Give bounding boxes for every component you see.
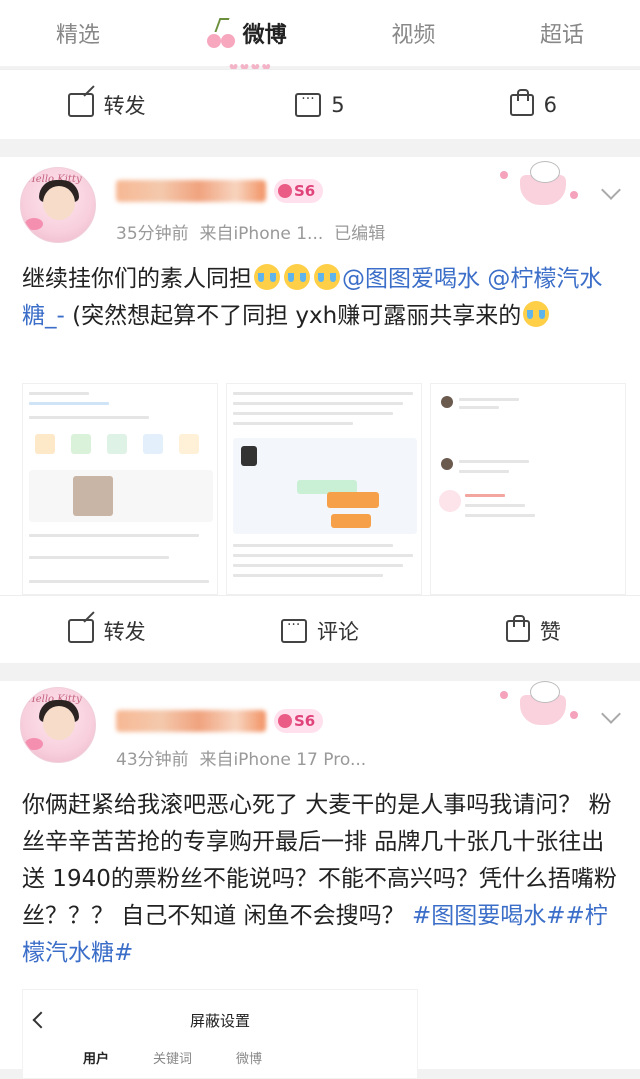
post-meta: 43分钟前 来自iPhone 17 Pro... bbox=[116, 745, 366, 770]
post-image[interactable] bbox=[226, 383, 422, 595]
like-count: 6 bbox=[543, 92, 557, 117]
edited-label: 已编辑 bbox=[334, 224, 386, 244]
tab-featured[interactable]: 精选 bbox=[56, 17, 100, 49]
kitty-decoration bbox=[500, 161, 580, 209]
tab-weibo[interactable]: 微博 ♥♥♥♥ bbox=[205, 16, 287, 75]
repost-label: 转发 bbox=[103, 93, 146, 118]
post-time: 35分钟前 bbox=[116, 224, 189, 244]
tab-super-topic[interactable]: 超话 bbox=[540, 17, 584, 49]
like-icon bbox=[505, 614, 530, 642]
user-badge: S6 bbox=[274, 179, 324, 203]
chevron-down-icon[interactable] bbox=[601, 704, 621, 724]
tab-weibo-label: 微博 bbox=[242, 23, 287, 48]
post-card: Hello Kitty S6 43分钟前 来自iPhone 17 Pro... … bbox=[0, 681, 640, 1079]
share-icon bbox=[67, 92, 94, 117]
like-icon bbox=[509, 88, 534, 116]
mention-link[interactable]: @图图爱喝水 bbox=[342, 266, 480, 292]
crying-emoji-icon bbox=[314, 264, 340, 290]
avatar[interactable]: Hello Kitty bbox=[20, 167, 96, 243]
post-time: 43分钟前 bbox=[116, 750, 189, 770]
screenshot-tabs: 用户 关键词 微博 bbox=[83, 1052, 263, 1067]
username[interactable]: S6 bbox=[116, 179, 324, 203]
crying-emoji-icon bbox=[254, 264, 280, 290]
comment-button[interactable]: 5 bbox=[213, 91, 426, 117]
post-text: 继续挂你们的素人同担 @图图爱喝水 @柠檬汽水糖_- (突然想起算不了同担 yxh… bbox=[22, 264, 603, 329]
share-icon bbox=[67, 618, 94, 643]
post-text: 你俩赶紧给我滚吧恶心死了 大麦干的是人事吗我请问？ 粉丝辛辛苦苦抢的专享购开最后… bbox=[22, 792, 617, 966]
kitty-decoration bbox=[500, 681, 580, 729]
post-images bbox=[22, 383, 626, 595]
user-badge: S6 bbox=[274, 709, 324, 733]
post-action-bar: 转发 评论 赞 bbox=[0, 595, 640, 665]
comment-icon bbox=[280, 617, 307, 643]
like-button[interactable]: 6 bbox=[427, 88, 640, 117]
tab-video[interactable]: 视频 bbox=[391, 17, 435, 49]
avatar[interactable]: Hello Kitty bbox=[20, 687, 96, 763]
like-button[interactable]: 赞 bbox=[427, 614, 640, 646]
screenshot-title: 屏蔽设置 bbox=[189, 1012, 250, 1030]
feed-gap bbox=[0, 663, 640, 681]
comment-count: 5 bbox=[331, 92, 345, 117]
comment-icon bbox=[295, 91, 322, 117]
top-nav: 精选 微博 ♥♥♥♥ 视频 超话 bbox=[0, 0, 640, 75]
post-source: 来自iPhone 17 Pro... bbox=[199, 750, 367, 770]
crying-emoji-icon bbox=[523, 301, 550, 327]
post-action-bar: 转发 5 6 bbox=[0, 69, 640, 139]
username-blurred bbox=[116, 180, 266, 202]
post-image[interactable] bbox=[430, 383, 626, 595]
post-source: 来自iPhone 1... bbox=[199, 224, 324, 244]
post-meta: 35分钟前 来自iPhone 1... 已编辑 bbox=[116, 219, 385, 244]
comment-button[interactable]: 评论 bbox=[213, 616, 426, 646]
post-card: Hello Kitty S6 35分钟前 来自iPhone 1... 已编辑 继… bbox=[0, 157, 640, 665]
chevron-down-icon[interactable] bbox=[601, 180, 621, 200]
cherry-icon bbox=[205, 16, 239, 50]
feed-gap bbox=[0, 139, 640, 157]
username-blurred bbox=[116, 710, 266, 732]
crying-emoji-icon bbox=[284, 264, 310, 290]
username[interactable]: S6 bbox=[116, 709, 324, 733]
repost-button[interactable]: 转发 bbox=[0, 616, 213, 646]
post-image[interactable] bbox=[22, 383, 218, 595]
repost-button[interactable]: 转发 bbox=[0, 90, 213, 120]
post-image[interactable]: 屏蔽设置 用户 关键词 微博 bbox=[22, 989, 418, 1079]
